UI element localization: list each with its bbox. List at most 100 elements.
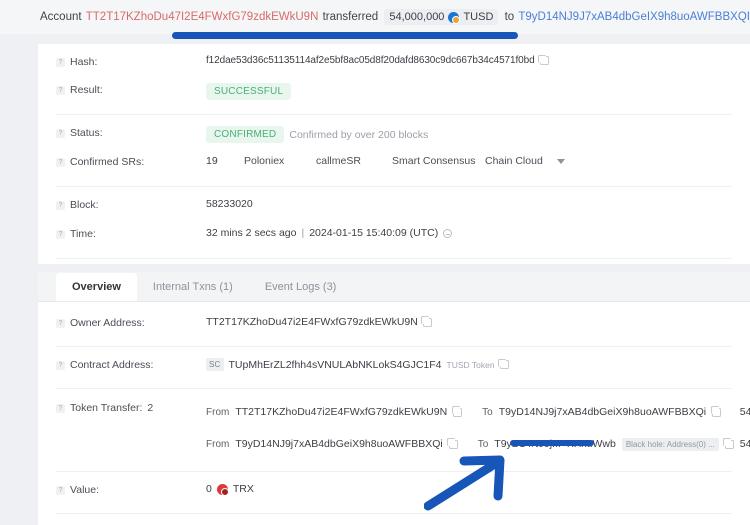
tusd-token-icon [448, 11, 461, 24]
help-icon[interactable]: ? [56, 361, 65, 370]
transaction-summary-banner: Account TT2T17KZhoDu47I2E4FWxfG79zdkEWkU… [0, 0, 750, 34]
smart-contract-badge: SC [206, 358, 224, 371]
help-icon[interactable]: ? [56, 158, 65, 167]
owner-address-row: ? Owner Address: TT2T17KZhoDu47i2E4FWxfG… [38, 316, 750, 335]
summary-verb: transferred [322, 11, 379, 23]
summary-amount: 54,000,000 [389, 11, 445, 23]
status-value-group: CONFIRMED Confirmed by over 200 blocks [206, 126, 750, 143]
black-hole-badge: Black hole: Address(0) ... [621, 437, 719, 451]
divider [56, 258, 732, 259]
hash-value-group: f12dae53d36c51135114af2e5bf8ac05d8f20daf… [206, 54, 750, 66]
to-label: To [477, 438, 489, 450]
hash-label-group: ? Hash: [56, 55, 206, 68]
block-value-group: 58233020 [206, 198, 750, 210]
status-label: Status: [70, 127, 103, 139]
value-token-symbol: TRX [232, 483, 254, 495]
token-transfer-item: From TT2T17KZhoDu47i2E4FWxfG79zdkEWkU9N … [206, 401, 750, 423]
help-icon[interactable]: ? [56, 201, 65, 210]
owner-address-value[interactable]: TT2T17KZhoDu47i2E4FWxfG79zdkEWkU9N [206, 316, 418, 328]
overview-card: Overview Internal Txns (1) Event Logs (3… [38, 272, 750, 525]
time-label-group: ? Time: [56, 227, 206, 240]
transfer-amount-group: 54,000,000 TUSD [740, 406, 750, 418]
copy-icon[interactable] [538, 54, 549, 65]
chevron-down-icon[interactable] [557, 158, 565, 164]
divider [56, 513, 732, 514]
value-label: Value: [70, 484, 99, 496]
confirmed-srs-count: 19 [206, 155, 218, 167]
copy-icon[interactable] [498, 358, 509, 369]
tab-overview[interactable]: Overview [56, 273, 137, 301]
sr-name-poloniex[interactable]: Poloniex [244, 155, 316, 167]
copy-icon[interactable] [447, 438, 458, 449]
confirmed-srs-label-group: ? Confirmed SRs: [56, 155, 206, 168]
owner-address-value-group: TT2T17KZhoDu47i2E4FWxfG79zdkEWkU9N [206, 316, 750, 328]
result-label-group: ? Result: [56, 83, 206, 96]
result-label: Result: [70, 84, 103, 96]
hash-row: ? Hash: f12dae53d36c51135114af2e5bf8ac05… [38, 54, 750, 74]
contract-address-label: Contract Address: [70, 359, 154, 371]
clock-icon[interactable] [443, 228, 453, 238]
token-transfer-label-group: ? Token Transfer: 2 [56, 401, 206, 414]
sr-name-smart-consensus[interactable]: Smart Consensus [392, 155, 485, 167]
block-row: ? Block: 58233020 [38, 198, 750, 217]
summary-token-symbol: TUSD [463, 11, 494, 23]
to-label: To [482, 406, 493, 418]
help-icon[interactable]: ? [56, 404, 65, 413]
sr-name-chain-cloud[interactable]: Chain Cloud [485, 155, 545, 167]
contract-token-tag: TUSD Token [446, 359, 495, 370]
token-transfer-count: 2 [147, 402, 154, 414]
status-note: Confirmed by over 200 blocks [289, 128, 429, 141]
transfer-to-address[interactable]: T9yD14NJ9j7xAB4dbGeiX9h8uoAWFBBXQi [499, 406, 706, 418]
contract-address-row: ? Contract Address: SC TUpMhErZL2fhh4sVN… [38, 358, 750, 377]
time-row: ? Time: 32 mins 2 secs ago | 2024-01-15 … [38, 227, 750, 246]
help-icon[interactable]: ? [56, 129, 65, 138]
confirmed-srs-row: ? Confirmed SRs: 19 Poloniex callmeSR Sm… [38, 155, 750, 174]
result-value-group: SUCCESSFUL [206, 83, 750, 100]
divider [56, 114, 732, 115]
help-icon[interactable]: ? [56, 86, 65, 95]
copy-icon[interactable] [723, 438, 734, 449]
status-badge: CONFIRMED [206, 126, 285, 143]
transfer-to-address-suffix[interactable]: KHxuWwb [567, 438, 616, 450]
transfer-to-address[interactable]: T9yD14NJ9j... [494, 438, 561, 450]
summary-from-address[interactable]: TT2T17KZhoDu47I2E4FWxfG79zdkEWkU9N [86, 11, 319, 23]
transfer-from-address[interactable]: TT2T17KZhoDu47i2E4FWxfG79zdkEWkU9N [235, 406, 447, 418]
summary-amount-chip: 54,000,000 TUSD [384, 9, 499, 25]
transfer-amount: 54,000,000 [739, 438, 750, 450]
transfer-from-address[interactable]: T9yD14NJ9j7xAB4dbGeiX9h8uoAWFBBXQi [235, 438, 442, 450]
help-icon[interactable]: ? [56, 58, 65, 67]
summary-to-address[interactable]: T9yD14NJ9J7xAB4dbGeIX9h8uoAWFBBXQI [518, 11, 750, 23]
copy-icon[interactable] [421, 316, 432, 327]
block-label: Block: [70, 199, 99, 211]
divider [56, 471, 732, 472]
token-transfer-row: ? Token Transfer: 2 From TT2T17KZhoDu47i… [38, 401, 750, 455]
tab-event-logs[interactable]: Event Logs (3) [249, 273, 353, 301]
status-label-group: ? Status: [56, 126, 206, 139]
value-label-group: ? Value: [56, 483, 206, 496]
hash-value: f12dae53d36c51135114af2e5bf8ac05d8f20daf… [206, 55, 535, 66]
help-icon[interactable]: ? [56, 486, 65, 495]
sr-name-callmesr[interactable]: callmeSR [316, 155, 392, 167]
from-label: From [206, 438, 230, 450]
transfer-amount-group: 54,000,000 TUSD [740, 438, 750, 450]
confirmed-srs-label: Confirmed SRs: [70, 156, 145, 168]
copy-icon[interactable] [451, 406, 463, 417]
help-icon[interactable]: ? [56, 319, 65, 328]
time-absolute: 2024-01-15 15:40:09 (UTC) [309, 227, 439, 239]
contract-address-value[interactable]: TUpMhErZL2fhh4sVNULAbNKLokS4GJC1F4 [229, 359, 442, 371]
time-label: Time: [70, 228, 96, 240]
summary-prefix: Account [40, 11, 82, 23]
block-number[interactable]: 58233020 [206, 198, 253, 210]
status-row: ? Status: CONFIRMED Confirmed by over 20… [38, 126, 750, 145]
divider [56, 186, 732, 187]
summary-to-word: to [504, 11, 515, 23]
tab-internal-txns[interactable]: Internal Txns (1) [137, 273, 249, 301]
divider [56, 388, 732, 389]
result-status-badge: SUCCESSFUL [206, 83, 292, 100]
token-transfer-item: From T9yD14NJ9j7xAB4dbGeiX9h8uoAWFBBXQi … [206, 433, 750, 455]
time-value-group: 32 mins 2 secs ago | 2024-01-15 15:40:09… [206, 227, 750, 239]
copy-icon[interactable] [710, 406, 722, 417]
contract-address-label-group: ? Contract Address: [56, 358, 206, 371]
time-relative: 32 mins 2 secs ago [206, 227, 297, 239]
help-icon[interactable]: ? [56, 230, 65, 239]
